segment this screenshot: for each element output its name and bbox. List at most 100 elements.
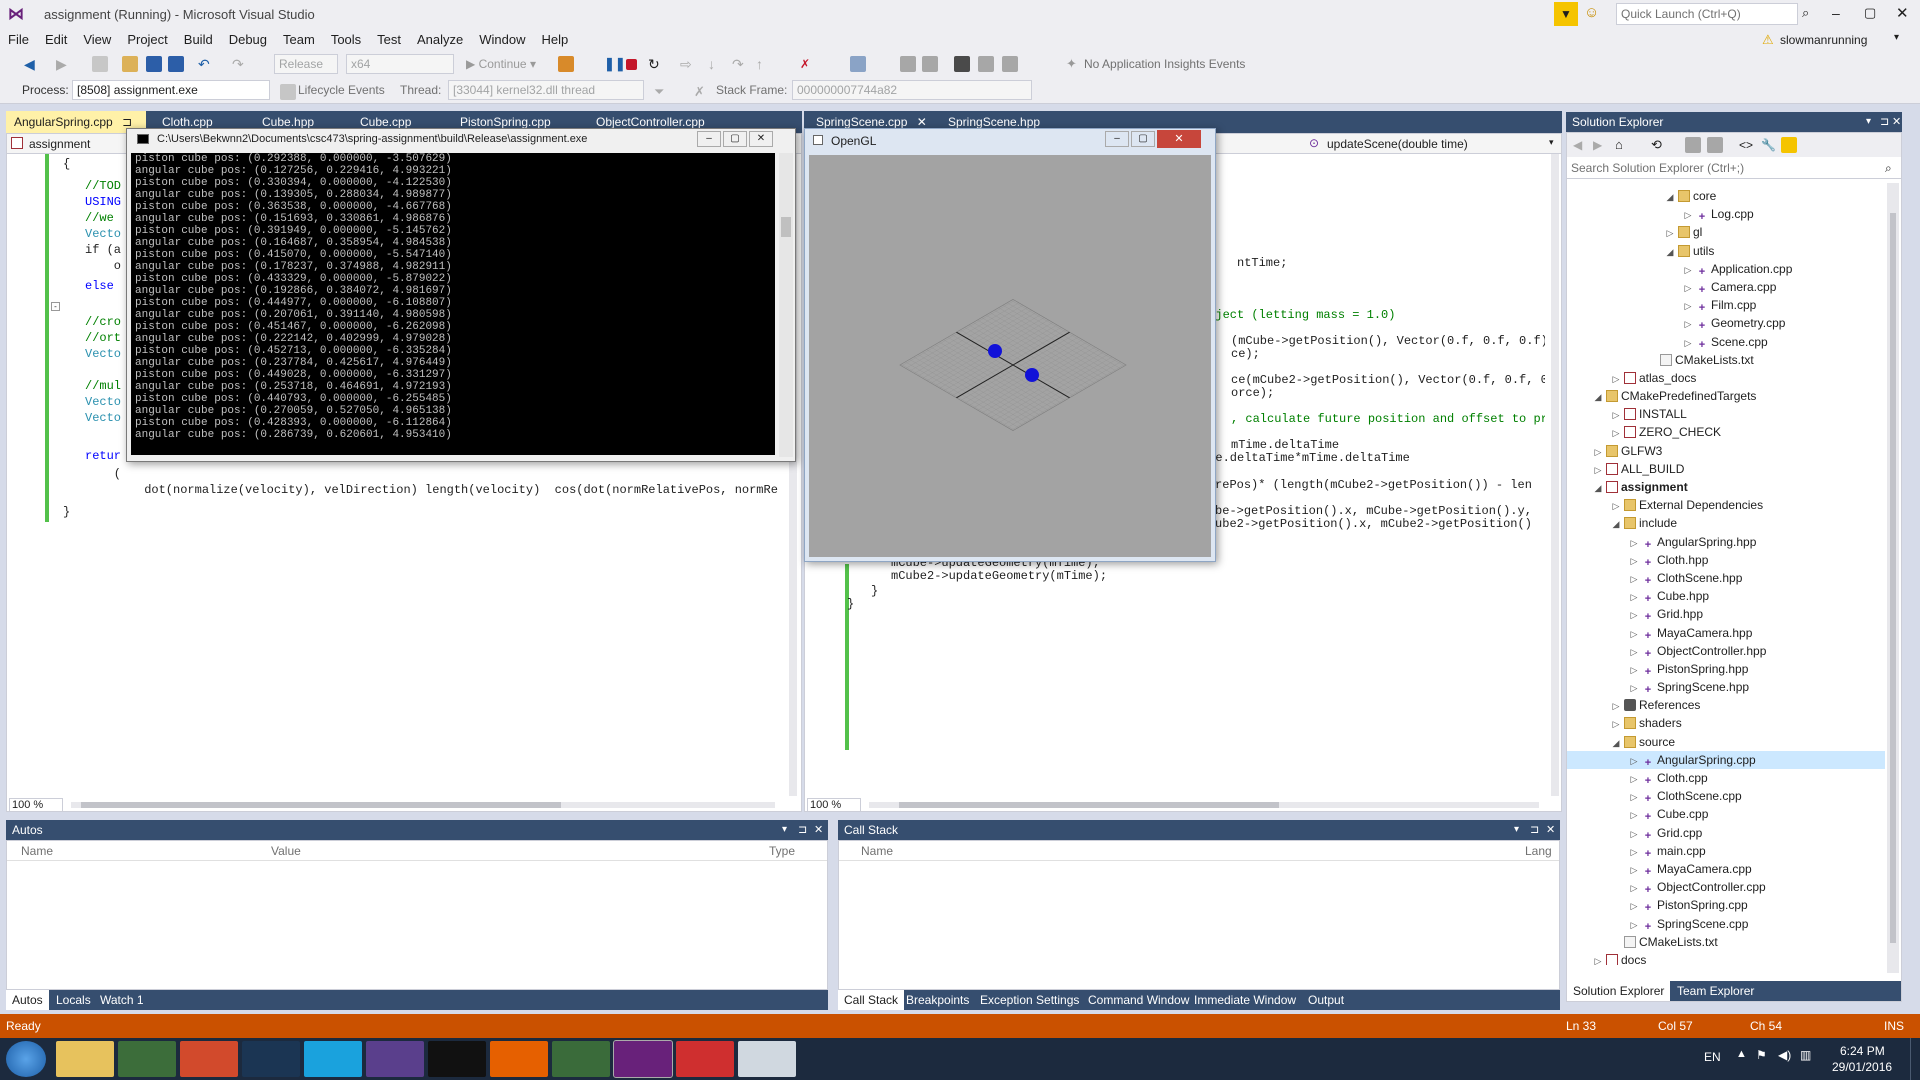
tree-item[interactable]: ◢ utils: [1567, 242, 1885, 260]
tree-item[interactable]: ◢ include: [1567, 514, 1885, 532]
menu-edit[interactable]: Edit: [37, 30, 75, 50]
expander-icon[interactable]: ▷: [1683, 279, 1693, 297]
expander-icon[interactable]: ▷: [1629, 643, 1639, 661]
prev-bookmark-icon[interactable]: [978, 56, 994, 72]
language-indicator[interactable]: EN: [1704, 1050, 1721, 1064]
opengl-window[interactable]: OpenGL – ▢ ✕: [804, 128, 1216, 562]
tree-item[interactable]: ▷ + PistonSpring.hpp: [1567, 660, 1885, 678]
git-icon[interactable]: [180, 1041, 238, 1077]
preview-icon[interactable]: [1781, 137, 1797, 153]
continue-button[interactable]: ▶ Continue ▾: [466, 54, 536, 74]
tab-watch1[interactable]: Watch 1: [94, 990, 150, 1010]
expander-icon[interactable]: ▷: [1665, 224, 1675, 242]
expander-icon[interactable]: ▷: [1683, 334, 1693, 352]
tree-item[interactable]: ▷ + PistonSpring.cpp: [1567, 896, 1885, 914]
solution-search-input[interactable]: Search Solution Explorer (Ctrl+;): [1567, 159, 1901, 179]
clock-time[interactable]: 6:24 PM: [1840, 1044, 1885, 1058]
properties-icon[interactable]: 🔧: [1761, 137, 1777, 153]
search-icon[interactable]: ⌕: [1802, 5, 1809, 21]
sync-icon[interactable]: ⟲: [1651, 137, 1667, 153]
tree-item[interactable]: ▷ INSTALL: [1567, 405, 1885, 423]
expander-icon[interactable]: ▷: [1611, 406, 1621, 424]
expander-icon[interactable]: ▷: [1629, 806, 1639, 824]
autos-close-icon[interactable]: ✕: [814, 820, 823, 840]
tree-item[interactable]: ▷ + AngularSpring.hpp: [1567, 533, 1885, 551]
tree-item[interactable]: ▷ + main.cpp: [1567, 842, 1885, 860]
save-icon[interactable]: [146, 56, 162, 72]
tab-team-explorer[interactable]: Team Explorer: [1671, 981, 1760, 1001]
close-panel-icon[interactable]: ✕: [1892, 112, 1901, 132]
pin-panel-icon[interactable]: ⊐: [1880, 112, 1889, 132]
close-tab-icon[interactable]: ✕: [917, 115, 927, 129]
expander-icon[interactable]: ▷: [1629, 552, 1639, 570]
tab-locals[interactable]: Locals: [50, 990, 97, 1010]
tab-output[interactable]: Output: [1302, 990, 1350, 1010]
volume-icon[interactable]: ◀): [1778, 1048, 1791, 1062]
tree-item[interactable]: ▷ + ClothScene.hpp: [1567, 569, 1885, 587]
clock-date[interactable]: 29/01/2016: [1832, 1060, 1892, 1074]
start-button-icon[interactable]: [6, 1041, 46, 1077]
task-manager-icon[interactable]: [118, 1041, 176, 1077]
tree-item[interactable]: ▷ ZERO_CHECK: [1567, 423, 1885, 441]
callstack-dropdown-icon[interactable]: ▾: [1514, 820, 1519, 840]
left-zoom-select[interactable]: 100 %: [9, 798, 63, 812]
se-search-icon[interactable]: ⌕: [1885, 161, 1892, 176]
tree-item[interactable]: ▷ + Grid.cpp: [1567, 824, 1885, 842]
autos-col-value[interactable]: Value: [271, 844, 301, 858]
visual-studio-icon[interactable]: [613, 1040, 673, 1078]
network-icon[interactable]: ▥: [1800, 1048, 1811, 1062]
tab-command-window[interactable]: Command Window: [1082, 990, 1195, 1010]
tree-item[interactable]: ▷ References: [1567, 696, 1885, 714]
unity-triangle-icon[interactable]: [552, 1041, 610, 1077]
tree-item[interactable]: ▷ + Geometry.cpp: [1567, 314, 1885, 332]
expander-icon[interactable]: ▷: [1611, 715, 1621, 733]
console-window[interactable]: C:\Users\Bekwnn2\Documents\csc473\spring…: [126, 128, 796, 462]
firefox-icon[interactable]: [490, 1041, 548, 1077]
menu-debug[interactable]: Debug: [221, 30, 275, 50]
menu-project[interactable]: Project: [119, 30, 175, 50]
menu-analyze[interactable]: Analyze: [409, 30, 471, 50]
quick-launch-input[interactable]: Quick Launch (Ctrl+Q): [1616, 3, 1798, 25]
expander-icon[interactable]: ▷: [1629, 606, 1639, 624]
app-red-ring-icon[interactable]: [676, 1041, 734, 1077]
undo-icon[interactable]: ↶: [198, 56, 214, 72]
tree-item[interactable]: ▷ + ClothScene.cpp: [1567, 787, 1885, 805]
menu-view[interactable]: View: [75, 30, 119, 50]
tree-item[interactable]: ▷ + Scene.cpp: [1567, 333, 1885, 351]
se-vscrollbar[interactable]: [1887, 183, 1899, 973]
left-hscrollbar[interactable]: [71, 802, 775, 808]
expander-icon[interactable]: ▷: [1683, 206, 1693, 224]
right-vscrollbar[interactable]: [1551, 154, 1559, 796]
menu-help[interactable]: Help: [534, 30, 577, 50]
flag-thread-icon[interactable]: ✗: [694, 84, 710, 100]
tab-autos[interactable]: Autos: [6, 990, 49, 1010]
expander-icon[interactable]: ▷: [1593, 952, 1603, 965]
expander-icon[interactable]: ▷: [1629, 661, 1639, 679]
menu-window[interactable]: Window: [471, 30, 533, 50]
step-out-icon[interactable]: ↑: [756, 56, 772, 72]
right-zoom-select[interactable]: 100 %: [807, 798, 861, 812]
tree-item[interactable]: ▷ + SpringScene.hpp: [1567, 678, 1885, 696]
flag-tray-icon[interactable]: ⚑: [1756, 1048, 1767, 1062]
insights-label[interactable]: No Application Insights Events: [1084, 54, 1245, 74]
expander-icon[interactable]: ▷: [1611, 497, 1621, 515]
maximize-button[interactable]: ▢: [1864, 5, 1876, 21]
expander-icon[interactable]: ▷: [1629, 916, 1639, 934]
collapse-marker[interactable]: -: [51, 302, 60, 311]
expander-icon[interactable]: ▷: [1593, 443, 1603, 461]
tree-item[interactable]: ◢ source: [1567, 733, 1885, 751]
tree-item[interactable]: ▷ + MayaCamera.hpp: [1567, 624, 1885, 642]
tree-item[interactable]: ▷ docs: [1567, 951, 1885, 965]
tree-item[interactable]: ▷ + Cloth.cpp: [1567, 769, 1885, 787]
tree-item[interactable]: ▷ atlas_docs: [1567, 369, 1885, 387]
tree-item[interactable]: ▷ + ObjectController.cpp: [1567, 878, 1885, 896]
right-hscrollbar[interactable]: [869, 802, 1539, 808]
expander-icon[interactable]: ▷: [1629, 625, 1639, 643]
file-explorer-icon[interactable]: [56, 1041, 114, 1077]
tree-item[interactable]: ▷ External Dependencies: [1567, 496, 1885, 514]
show-desktop-button[interactable]: [1910, 1038, 1920, 1080]
thread-select[interactable]: [33044] kernel32.dll thread: [448, 80, 644, 100]
tree-item[interactable]: ▷ + ObjectController.hpp: [1567, 642, 1885, 660]
menu-build[interactable]: Build: [176, 30, 221, 50]
opengl-app-icon[interactable]: [738, 1041, 796, 1077]
